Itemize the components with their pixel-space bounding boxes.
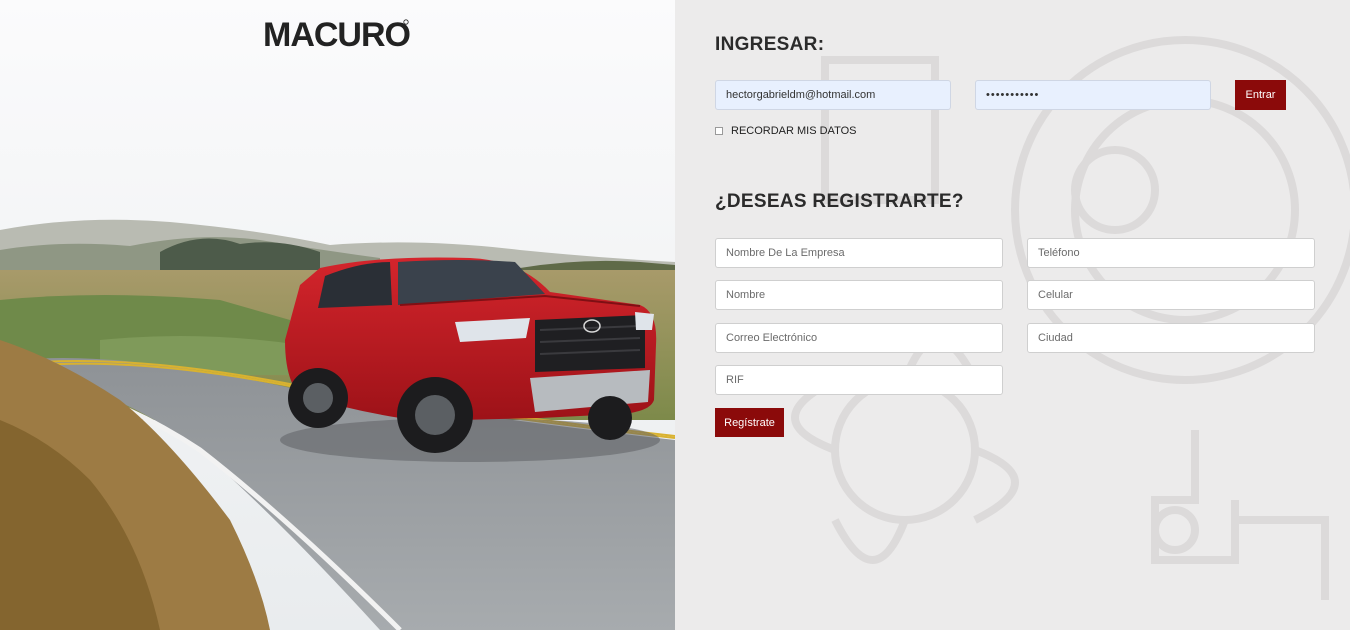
login-heading: INGRESAR: xyxy=(715,34,825,55)
phone-input[interactable] xyxy=(1027,238,1315,268)
rif-input[interactable] xyxy=(715,365,1003,395)
hero-image: MACURO xyxy=(0,0,675,630)
register-heading: ¿DESEAS REGISTRARTE? xyxy=(715,191,964,212)
svg-text:MACURO: MACURO xyxy=(263,16,411,54)
login-email-input[interactable] xyxy=(715,80,951,110)
checkbox-box[interactable] xyxy=(715,127,723,135)
login-password-input[interactable] xyxy=(975,80,1211,110)
company-name-input[interactable] xyxy=(715,238,1003,268)
red-suv-on-road-photo xyxy=(0,0,675,630)
city-input[interactable] xyxy=(1027,323,1315,353)
remember-me-checkbox[interactable]: RECORDAR MIS DATOS xyxy=(715,125,857,137)
mobile-input[interactable] xyxy=(1027,280,1315,310)
auth-panel: INGRESAR: Entrar RECORDAR MIS DATOS ¿DES… xyxy=(675,0,1350,630)
login-submit-button[interactable]: Entrar xyxy=(1235,80,1286,110)
register-email-input[interactable] xyxy=(715,323,1003,353)
register-submit-button[interactable]: Regístrate xyxy=(715,408,784,437)
name-input[interactable] xyxy=(715,280,1003,310)
macuro-logo: MACURO xyxy=(263,16,412,54)
remember-me-label: RECORDAR MIS DATOS xyxy=(731,125,857,137)
